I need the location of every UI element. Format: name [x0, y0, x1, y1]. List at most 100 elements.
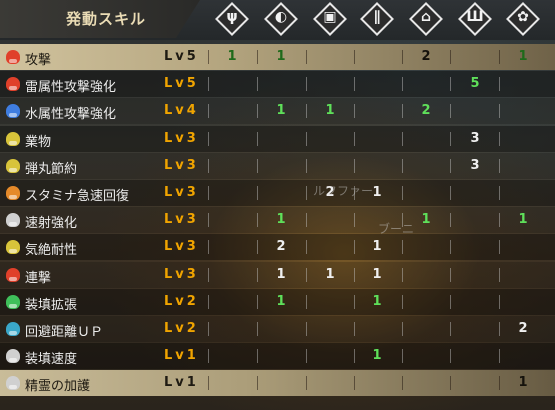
column-divider — [306, 294, 307, 309]
column-divider — [208, 322, 209, 336]
skill-row[interactable]: 装填速度 Lv1 1 — [0, 343, 555, 370]
column-divider — [257, 267, 258, 282]
column-divider — [306, 77, 307, 92]
skill-row[interactable]: 速射強化 Lv3 1 1 1 — [0, 207, 555, 234]
column-divider — [257, 104, 258, 119]
column-divider — [402, 267, 403, 282]
icon-glyph: ▣ — [323, 9, 337, 25]
column-divider — [257, 240, 258, 255]
column-divider — [306, 267, 307, 282]
skill-icon — [6, 240, 20, 255]
skill-level: Lv5 — [164, 49, 199, 64]
skill-contribution: 1 — [276, 293, 286, 309]
column-divider — [208, 158, 209, 173]
helm-icon: ◐ — [264, 2, 298, 36]
column-divider — [450, 349, 451, 364]
column-divider — [354, 267, 355, 282]
column-divider — [499, 131, 500, 146]
column-divider — [450, 294, 451, 309]
skill-row[interactable]: スタミナ急速回復 Lv3 2 1 — [0, 180, 555, 206]
skill-icon — [6, 213, 20, 228]
column-divider — [208, 294, 209, 309]
column-divider — [450, 186, 451, 200]
column-divider — [354, 349, 355, 364]
skill-row[interactable]: 装填拡張 Lv2 1 1 — [0, 288, 555, 315]
column-divider — [402, 240, 403, 255]
skill-contribution: 2 — [421, 103, 431, 119]
column-divider — [208, 267, 209, 282]
skill-row[interactable]: 水属性攻撃強化 Lv4 1 1 2 — [0, 98, 555, 125]
skill-level: Lv2 — [164, 321, 199, 336]
skill-contribution: 1 — [518, 375, 528, 391]
column-divider — [450, 77, 451, 92]
column-divider — [499, 50, 500, 64]
skill-contribution: 1 — [276, 266, 286, 282]
skill-row[interactable]: 業物 Lv3 3 — [0, 125, 555, 152]
skill-contribution: 1 — [421, 212, 431, 228]
skill-row[interactable]: 連撃 Lv3 1 1 1 — [0, 261, 555, 288]
skill-icon — [6, 77, 20, 92]
column-divider — [450, 158, 451, 173]
column-divider — [354, 294, 355, 309]
column-divider — [306, 213, 307, 228]
skill-level: Lv3 — [164, 185, 199, 200]
column-divider — [306, 240, 307, 255]
skill-level: Lv3 — [164, 212, 199, 228]
skill-name: スタミナ急速回復 — [25, 189, 130, 204]
skill-level: Lv3 — [164, 266, 199, 282]
chest-icon: ▣ — [313, 2, 347, 36]
skill-contribution: 1 — [227, 49, 237, 64]
column-divider — [208, 349, 209, 364]
skill-level: Lv1 — [164, 348, 199, 364]
skill-icon — [6, 50, 20, 64]
column-divider — [499, 294, 500, 309]
column-divider — [402, 186, 403, 200]
column-divider — [257, 213, 258, 228]
column-divider — [450, 104, 451, 119]
skill-level: Lv3 — [164, 130, 199, 146]
column-divider — [450, 322, 451, 336]
column-divider — [354, 158, 355, 173]
column-divider — [306, 349, 307, 364]
skill-row[interactable]: 気絶耐性 Lv3 2 1 — [0, 234, 555, 261]
skill-name: 精霊の加護 — [25, 379, 91, 395]
skill-row[interactable]: 攻撃 Lv5 1 1 2 1 — [0, 44, 555, 70]
column-divider — [306, 186, 307, 200]
skill-contribution: 1 — [276, 212, 286, 228]
skill-icon — [6, 186, 20, 200]
column-divider — [354, 213, 355, 228]
column-divider — [354, 104, 355, 119]
column-divider — [208, 131, 209, 146]
skill-icon — [6, 104, 20, 119]
column-divider — [306, 322, 307, 336]
column-divider — [499, 77, 500, 92]
column-divider — [257, 349, 258, 364]
skill-contribution: 3 — [470, 157, 480, 173]
skill-row[interactable]: 回避距離ＵＰ Lv2 2 — [0, 316, 555, 342]
column-divider — [208, 77, 209, 92]
background-text: ルフファー — [313, 184, 374, 198]
column-divider — [354, 131, 355, 146]
column-divider — [450, 213, 451, 228]
skill-row[interactable]: 弾丸節約 Lv3 3 — [0, 152, 555, 179]
skill-contribution: 1 — [372, 239, 382, 255]
skill-row[interactable]: 精霊の加護 Lv1 1 — [0, 370, 555, 397]
skill-name: 攻撃 — [25, 53, 52, 68]
icon-glyph: Ш — [466, 9, 484, 25]
skill-contribution: 1 — [518, 49, 528, 64]
skill-contribution: 1 — [276, 103, 286, 119]
skill-contribution: 2 — [276, 239, 286, 255]
skill-contribution: 2 — [421, 49, 431, 64]
column-divider — [499, 376, 500, 391]
column-divider — [402, 131, 403, 146]
column-divider — [402, 104, 403, 119]
leg-icon: Ш — [458, 2, 492, 36]
skill-name: 速射強化 — [25, 216, 78, 232]
skill-name: 水属性攻撃強化 — [25, 107, 117, 123]
skill-row[interactable]: 雷属性攻撃強化 Lv5 5 — [0, 71, 555, 98]
column-divider — [499, 158, 500, 173]
skill-icon — [6, 294, 20, 309]
column-divider — [354, 240, 355, 255]
column-divider — [354, 50, 355, 64]
skill-contribution: 3 — [470, 130, 480, 146]
